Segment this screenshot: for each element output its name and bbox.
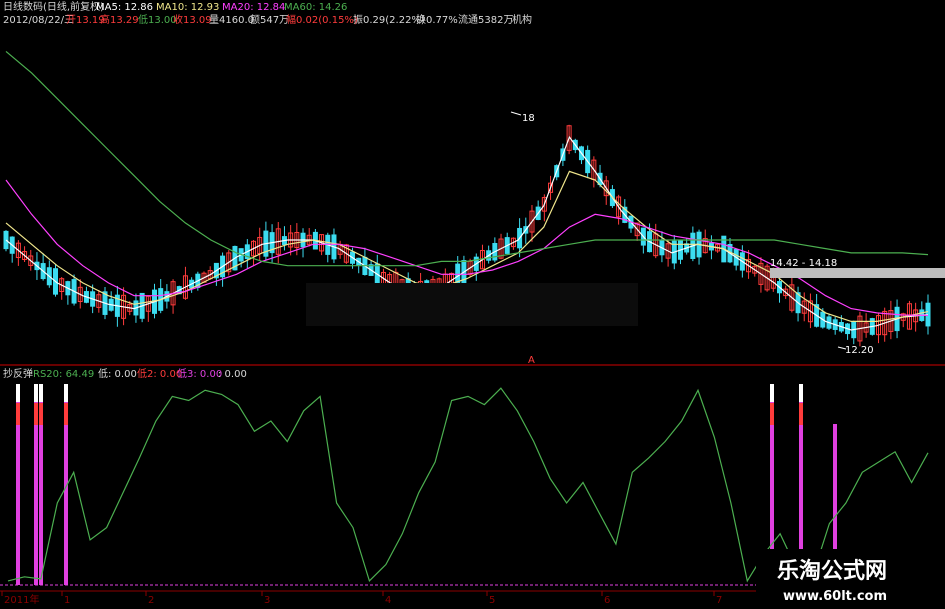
info-low: 低13.00 [138, 13, 177, 26]
x-axis-label: 5 [489, 595, 495, 606]
signal-bar-top [39, 403, 43, 425]
x-axis-label: 3 [264, 595, 270, 606]
range-highlight [770, 268, 945, 278]
chart-title: 日线数码(日线,前复权) [3, 0, 104, 13]
signal-bar-cap [39, 384, 43, 402]
x-axis-label: 7 [716, 595, 722, 606]
signal-bar-top [64, 403, 68, 425]
signal-bar-top [34, 403, 38, 425]
signal-bar [16, 400, 20, 585]
masked-area-mid [306, 283, 638, 326]
x-axis-label: 4 [385, 595, 391, 606]
info-change: 幅0.02(0.15%) [286, 13, 358, 26]
watermark-title: 乐淘公式网 [777, 558, 887, 584]
signal-bar-cap [799, 384, 803, 402]
info-float: 流通5382万 [458, 13, 513, 26]
info-volume: 量4160.0 [209, 14, 254, 26]
ma10-label: MA10: 12.93 [156, 2, 219, 13]
indicator-low: 低: 0.00 [98, 367, 137, 380]
signal-bar-cap [16, 384, 20, 402]
info-amount: 额547万 [250, 13, 289, 26]
signal-bar-cap [64, 384, 68, 402]
x-axis-label: 2011年 [4, 593, 39, 606]
signal-bar [64, 400, 68, 585]
info-institution: 机构 [512, 13, 532, 26]
ma20-label: MA20: 12.84 [222, 2, 285, 13]
signal-bar-top [770, 403, 774, 425]
signal-bar-cap [34, 384, 38, 402]
range-label: 14.42 - 14.18 [770, 258, 837, 269]
indicator-rs20: RS20: 64.49 [33, 369, 94, 380]
ma60-label: MA60: 14.26 [284, 2, 347, 13]
low-label: 12.20 [845, 345, 874, 356]
indicator-low2: 低2: 0.00 [137, 367, 182, 380]
stock-chart: 日线数码(日线,前复权) MA5: 12.86 MA10: 12.93 MA20… [0, 0, 945, 609]
indicator-tail: : 0.00 [218, 369, 247, 380]
watermark-url: www.60lt.com [783, 589, 887, 604]
signal-bar [34, 400, 38, 585]
x-axis-label: 1 [64, 595, 70, 606]
info-date: 2012/08/22/三 [3, 15, 74, 26]
signal-bar-top [799, 403, 803, 425]
info-open: 开13.19 [66, 15, 105, 26]
signal-bar-top [16, 403, 20, 425]
x-axis-label: 6 [604, 595, 610, 606]
info-turnover: 换0.77% [416, 13, 458, 26]
info-amplitude: 振0.29(2.22%) [353, 13, 425, 26]
masked-area-top [535, 0, 945, 145]
ma5-label: MA5: 12.86 [96, 2, 153, 13]
signal-bar-cap [770, 384, 774, 402]
signal-bar [39, 400, 43, 585]
high-label: 18 [522, 113, 535, 124]
indicator-low3: 低3: 0.00 [177, 367, 222, 380]
x-axis-label: 2 [148, 595, 154, 606]
info-close: 收13.09 [173, 13, 212, 26]
info-high: 高13.29 [100, 13, 139, 26]
indicator-name: 抄反弹 [3, 367, 33, 380]
